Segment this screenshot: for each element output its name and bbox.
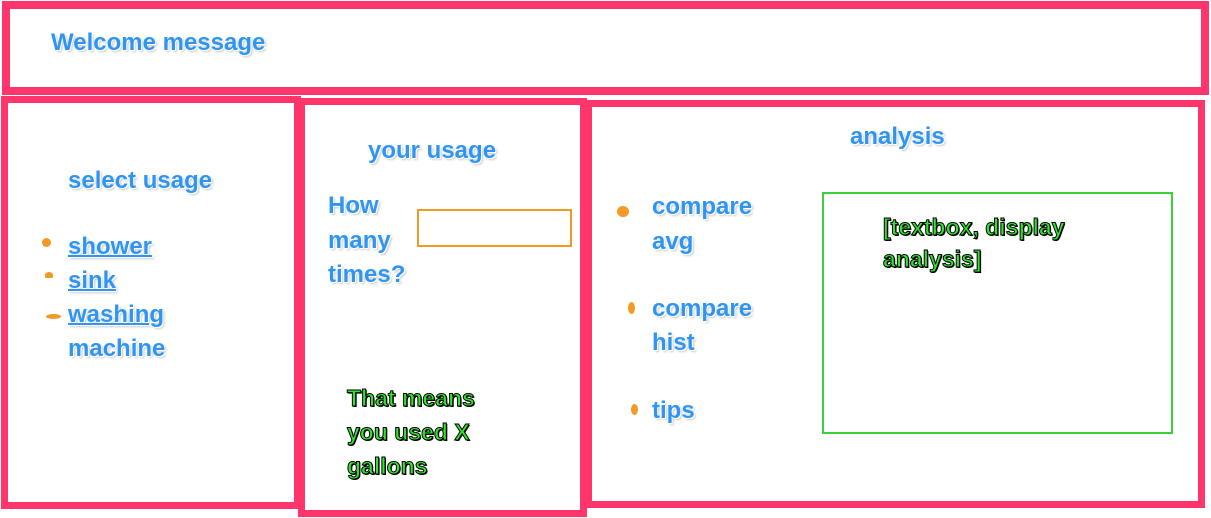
sink-bullet-icon (45, 272, 53, 278)
shower-bullet-icon (42, 238, 51, 247)
compare-avg-bullet-icon (617, 206, 629, 217)
option-tips[interactable]: tips (652, 394, 695, 428)
option-sink[interactable]: sink (68, 264, 116, 298)
option-compare-hist-line2[interactable]: hist (652, 326, 695, 360)
times-input[interactable] (417, 209, 572, 247)
option-compare-avg-line2[interactable]: avg (652, 225, 693, 259)
option-shower[interactable]: shower (68, 230, 152, 264)
select-usage-title: select usage (68, 167, 213, 194)
option-washing-machine-line1[interactable]: washing (68, 298, 164, 332)
tips-bullet-icon (631, 404, 638, 415)
your-usage-title: your usage (368, 137, 497, 164)
welcome-message: Welcome message (51, 29, 266, 56)
option-washing-machine-line2[interactable]: machine (68, 332, 165, 366)
option-compare-avg-line1[interactable]: compare (652, 190, 752, 224)
washing-machine-bullet-icon (46, 314, 61, 319)
analysis-textbox-line1: [textbox, display (882, 214, 1065, 241)
times-question-line1: How (328, 192, 379, 219)
times-question-line3: times? (328, 261, 406, 288)
times-question-line2: many (328, 227, 391, 254)
analysis-title: analysis (850, 123, 945, 150)
option-compare-hist-line1[interactable]: compare (652, 292, 752, 326)
analysis-textbox-line2: analysis] (882, 246, 982, 273)
result-line2: you used X (347, 419, 471, 446)
result-line1: That means (347, 385, 476, 412)
compare-hist-bullet-icon (628, 302, 635, 314)
result-line3: gallons (347, 453, 429, 480)
